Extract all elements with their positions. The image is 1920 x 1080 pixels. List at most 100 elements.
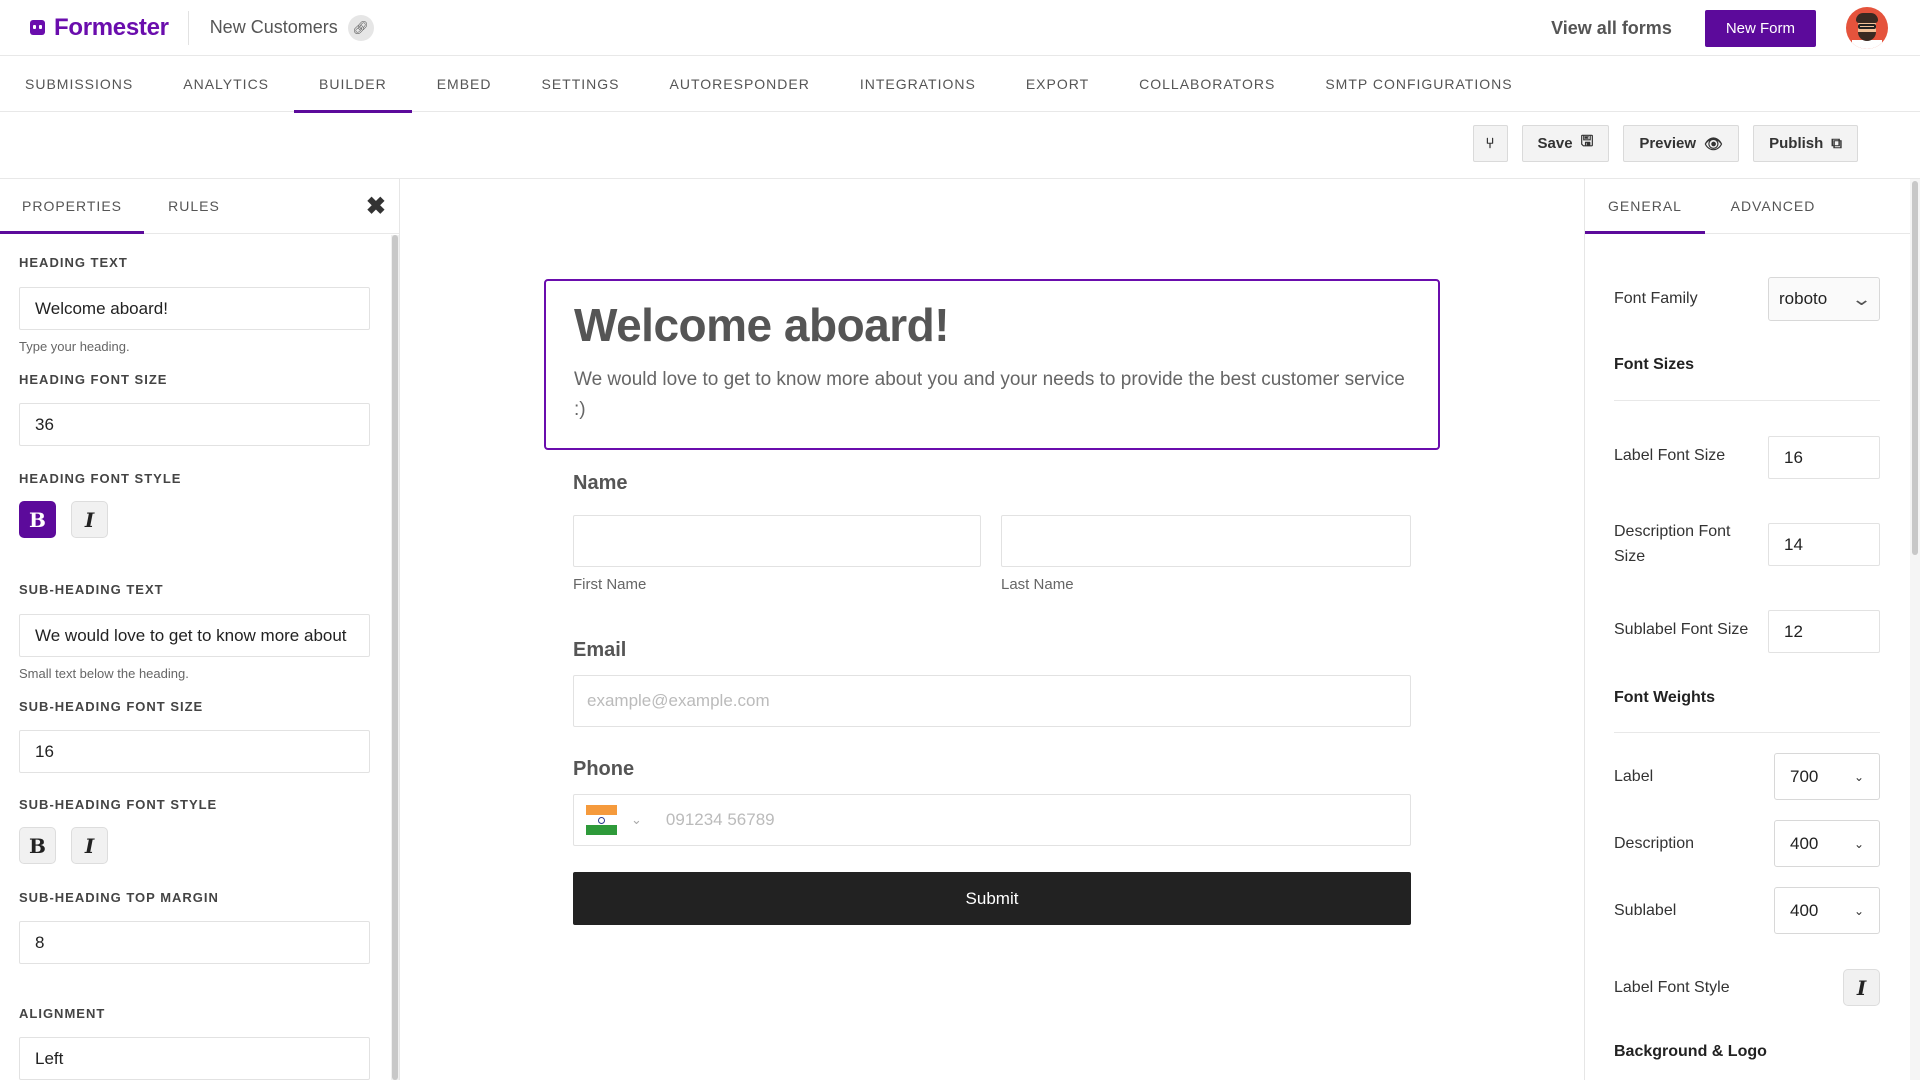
chevron-down-icon[interactable]: ⌄ (631, 812, 642, 828)
close-icon[interactable]: ✖ (366, 192, 386, 221)
tab-export[interactable]: EXPORT (1001, 56, 1114, 112)
label-font-size-label: Label Font Size (1614, 447, 1726, 464)
font-family-select[interactable]: roboto ⌄ (1768, 277, 1880, 321)
description-weight-select[interactable]: 400 ⌄ (1774, 820, 1880, 867)
sub-heading-top-margin-label: SUB-HEADING TOP MARGIN (19, 890, 219, 905)
form-canvas: Welcome aboard! We would love to get to … (401, 179, 1584, 1080)
tab-collaborators[interactable]: COLLABORATORS (1114, 56, 1300, 112)
divider (1614, 732, 1880, 733)
branch-icon: ⑂ (1485, 135, 1495, 152)
heading-italic-toggle[interactable]: I (71, 501, 108, 538)
style-panel-tabs: GENERAL ADVANCED (1585, 179, 1920, 234)
sublabel-weight-label: Sublabel (1614, 902, 1677, 919)
heading-font-size-label: HEADING FONT SIZE (19, 372, 168, 387)
view-all-forms-link[interactable]: View all forms (1551, 18, 1672, 39)
sub-heading-bold-toggle[interactable]: B (19, 827, 56, 864)
last-name-input[interactable] (1001, 515, 1411, 567)
form-sub-heading: We would love to get to know more about … (574, 369, 1405, 420)
email-input[interactable]: example@example.com (573, 675, 1411, 727)
tab-properties[interactable]: PROPERTIES (0, 179, 144, 234)
first-name-input[interactable] (573, 515, 981, 567)
logo-text: Formester (54, 13, 169, 41)
heading-block[interactable]: Welcome aboard! We would love to get to … (544, 279, 1440, 450)
external-link-icon: ⧉ (1831, 135, 1842, 152)
submit-button[interactable]: Submit (573, 872, 1411, 925)
label-italic-toggle[interactable]: I (1843, 969, 1880, 1006)
tab-integrations[interactable]: INTEGRATIONS (835, 56, 1001, 112)
tab-settings[interactable]: SETTINGS (517, 56, 645, 112)
sublabel-font-size-label: Sublabel Font Size (1614, 621, 1749, 638)
preview-button[interactable]: Preview 👁︎ (1623, 125, 1740, 162)
link-icon[interactable]: 🔗︎ (347, 14, 374, 41)
sub-heading-font-style-label: SUB-HEADING FONT STYLE (19, 797, 218, 812)
description-font-size-label: Description Font Size (1614, 523, 1731, 565)
heading-font-style-label: HEADING FONT STYLE (19, 471, 182, 486)
background-logo-heading: Background & Logo (1614, 1043, 1767, 1060)
last-name-sublabel: Last Name (1001, 576, 1074, 593)
chevron-down-icon: ⌄ (1853, 836, 1864, 851)
sub-heading-text-label: SUB-HEADING TEXT (19, 582, 164, 597)
heading-text-input[interactable]: Welcome aboard! (19, 287, 370, 330)
form-title: New Customers (209, 17, 338, 37)
formester-logo-icon (30, 20, 45, 35)
new-form-button[interactable]: New Form (1704, 9, 1816, 47)
phone-placeholder: 091234 56789 (665, 810, 775, 829)
heading-font-size-input[interactable]: 36 (19, 403, 370, 446)
save-button[interactable]: Save 🖫 (1521, 125, 1610, 162)
tab-general[interactable]: GENERAL (1585, 179, 1705, 234)
label-weight-select[interactable]: 700 ⌄ (1774, 753, 1880, 800)
description-font-size-input[interactable]: 14 (1768, 523, 1880, 566)
tab-builder[interactable]: BUILDER (294, 56, 412, 113)
first-name-sublabel: First Name (573, 576, 647, 593)
scrollbar[interactable] (1910, 179, 1920, 1080)
phone-input[interactable]: ⌄ 091234 56789 (573, 794, 1411, 846)
branch-button[interactable]: ⑂ (1472, 125, 1508, 162)
font-family-label: Font Family (1614, 290, 1698, 307)
sub-heading-top-margin-input[interactable]: 8 (19, 921, 370, 964)
properties-panel: PROPERTIES RULES ✖ HEADING TEXT Welcome … (0, 179, 400, 1080)
font-weights-heading: Font Weights (1614, 689, 1716, 706)
tab-embed[interactable]: EMBED (412, 56, 517, 112)
eye-icon: 👁︎ (1704, 135, 1724, 153)
builder-toolbar: ⑂ Save 🖫 Preview 👁︎ Publish ⧉ (1472, 125, 1858, 162)
avatar[interactable] (1846, 7, 1888, 49)
divider (1614, 400, 1880, 401)
tab-autoresponder[interactable]: AUTORESPONDER (645, 56, 835, 112)
sub-heading-font-size-input[interactable]: 16 (19, 730, 370, 773)
sub-heading-text-help: Small text below the heading. (19, 666, 189, 681)
top-bar: Formester New Customers 🔗︎ View all form… (0, 0, 1920, 56)
alignment-label: ALIGNMENT (19, 1006, 106, 1021)
sublabel-weight-select[interactable]: 400 ⌄ (1774, 887, 1880, 934)
heading-text-help: Type your heading. (19, 339, 130, 354)
label-font-size-input[interactable]: 16 (1768, 436, 1880, 479)
tab-analytics[interactable]: ANALYTICS (158, 56, 294, 112)
label-weight-label: Label (1614, 768, 1654, 785)
app-logo[interactable]: Formester (30, 14, 169, 42)
description-weight-label: Description (1614, 835, 1695, 852)
alignment-select[interactable]: Left (19, 1037, 370, 1080)
tab-rules[interactable]: RULES (144, 179, 244, 233)
style-panel: GENERAL ADVANCED Font Family roboto ⌄ Fo… (1584, 179, 1920, 1080)
chevron-down-icon: ⌄ (1853, 769, 1864, 784)
sub-heading-text-input[interactable]: We would love to get to know more about (19, 614, 370, 657)
font-sizes-heading: Font Sizes (1614, 356, 1695, 373)
scrollbar[interactable] (391, 235, 399, 1080)
tab-submissions[interactable]: SUBMISSIONS (0, 56, 158, 112)
india-flag-icon[interactable] (586, 804, 617, 836)
main-nav-tabs: SUBMISSIONS ANALYTICS BUILDER EMBED SETT… (0, 56, 1920, 113)
divider (187, 10, 189, 45)
properties-panel-tabs: PROPERTIES RULES ✖ (0, 179, 399, 234)
heading-bold-toggle[interactable]: B (19, 501, 56, 538)
email-label: Email (573, 639, 627, 661)
label-font-style-label: Label Font Style (1614, 979, 1730, 996)
name-label: Name (573, 472, 628, 494)
tab-smtp-configurations[interactable]: SMTP CONFIGURATIONS (1300, 56, 1537, 112)
phone-label: Phone (573, 758, 635, 780)
publish-button[interactable]: Publish ⧉ (1753, 125, 1858, 162)
chevron-down-icon: ⌄ (1850, 288, 1873, 309)
tab-advanced[interactable]: ADVANCED (1705, 179, 1841, 233)
sub-heading-italic-toggle[interactable]: I (71, 827, 108, 864)
floppy-disk-icon: 🖫 (1580, 133, 1594, 150)
sublabel-font-size-input[interactable]: 12 (1768, 610, 1880, 653)
form-heading: Welcome aboard! (574, 299, 950, 351)
